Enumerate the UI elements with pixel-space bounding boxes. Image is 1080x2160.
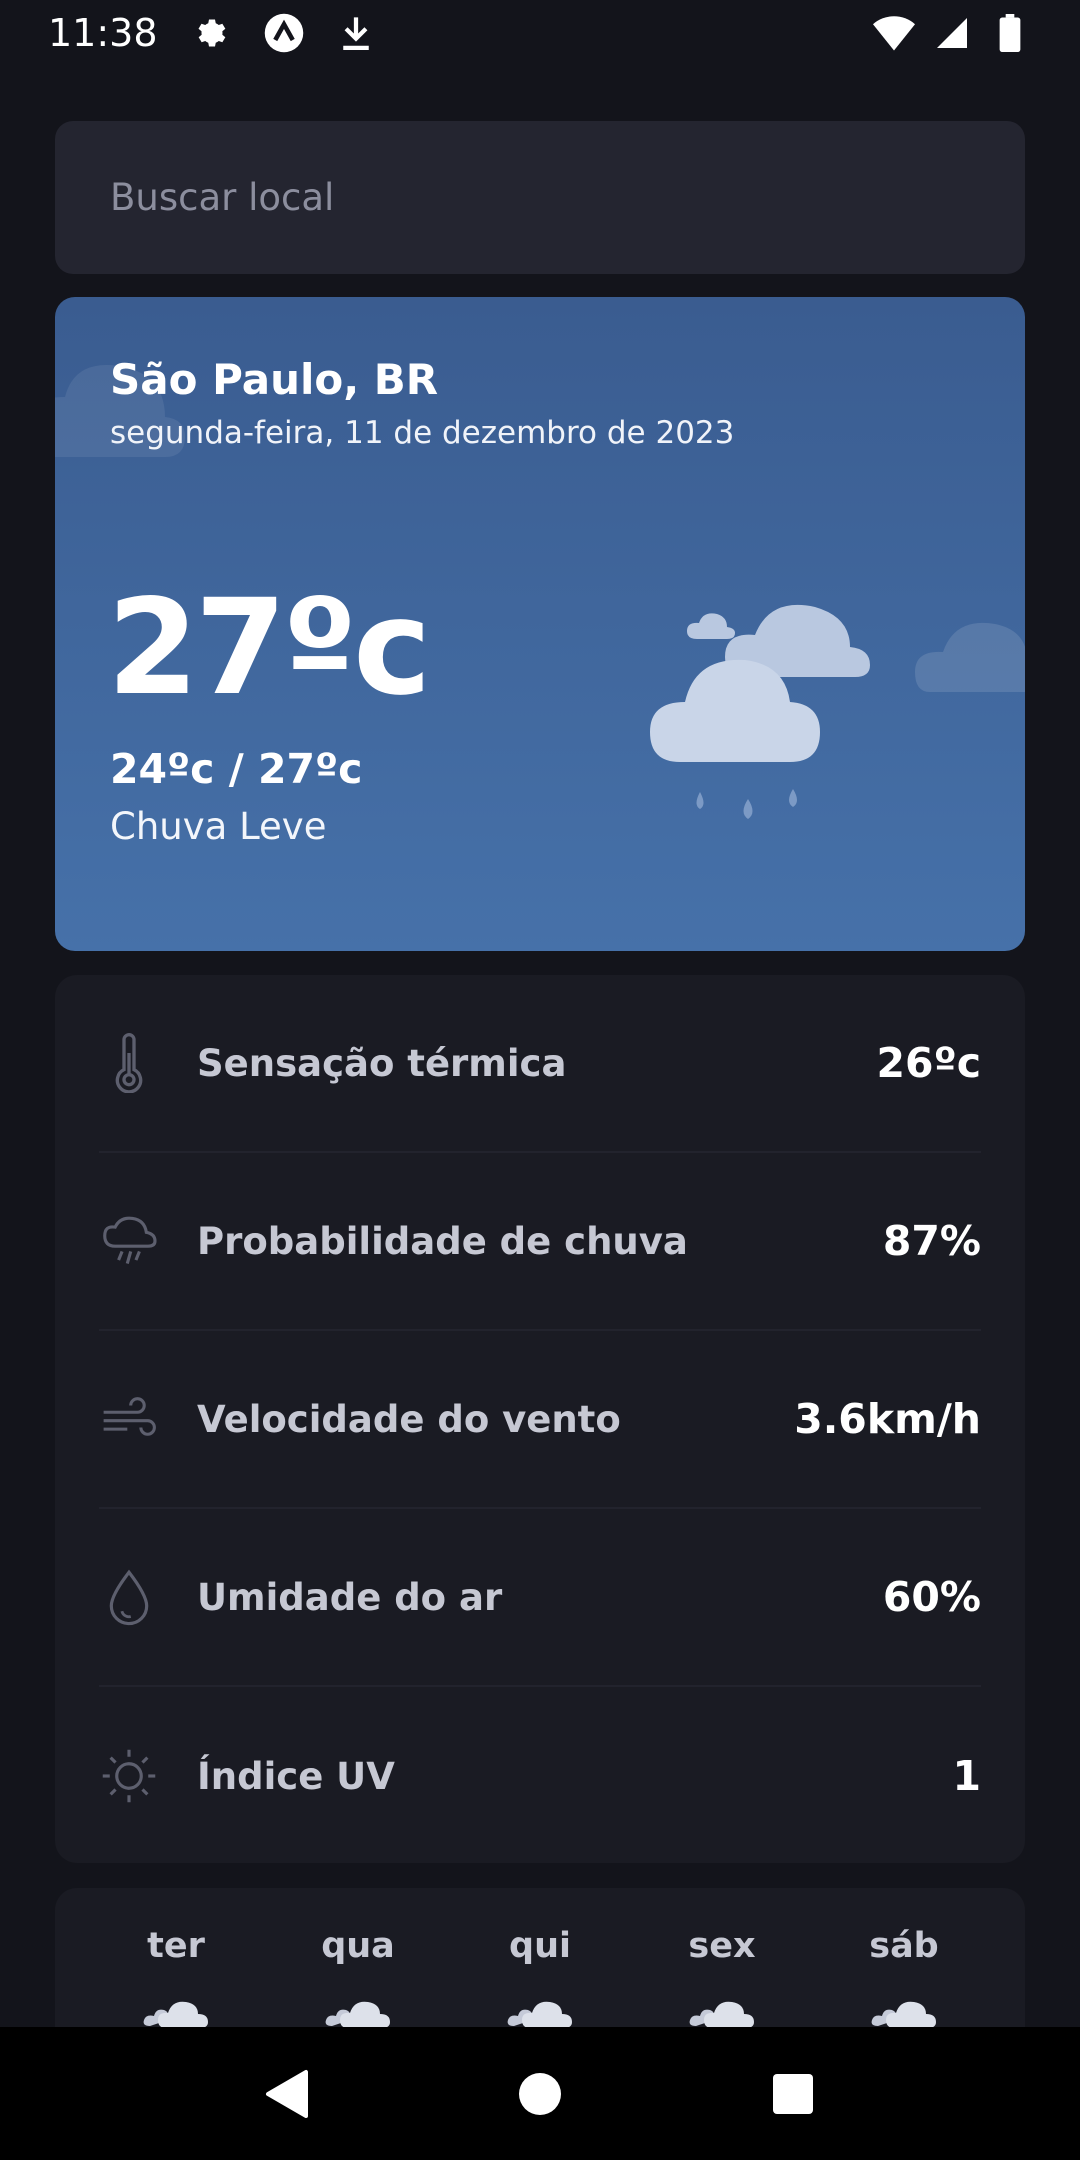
forecast-day-label: qui: [509, 1926, 571, 1966]
current-date: segunda-feira, 11 de dezembro de 2023: [110, 415, 735, 451]
wind-icon: [99, 1389, 159, 1449]
detail-value: 3.6km/h: [794, 1395, 981, 1443]
detail-row-feels-like: Sensação térmica 26ºc: [99, 975, 981, 1153]
search-box[interactable]: [55, 121, 1025, 274]
weather-details-panel: Sensação térmica 26ºc Probabilidade de c…: [55, 975, 1025, 1863]
detail-row-rain-probability: Probabilidade de chuva 87%: [99, 1153, 981, 1331]
recents-square-icon: [773, 2073, 814, 2114]
navigation-bar: [0, 2027, 1080, 2160]
cell-signal-icon: [930, 11, 974, 55]
wifi-icon: [872, 11, 916, 55]
droplet-icon: [99, 1567, 159, 1627]
detail-value: 60%: [882, 1573, 981, 1621]
download-icon: [334, 11, 378, 55]
battery-icon: [988, 11, 1032, 55]
detail-row-wind-speed: Velocidade do vento 3.6km/h: [99, 1331, 981, 1509]
weather-app-screen: 11:38 Buscar local São Paulo, BR segunda…: [0, 0, 1080, 2160]
app-logo-icon: [262, 11, 306, 55]
detail-value: 1: [952, 1752, 981, 1800]
rain-cloud-icon: [650, 604, 870, 819]
detail-label: Índice UV: [197, 1754, 395, 1798]
forecast-day-label: sáb: [869, 1926, 939, 1966]
search-input[interactable]: [110, 176, 970, 219]
gear-icon: [190, 11, 234, 55]
status-time: 11:38: [48, 11, 158, 55]
detail-label: Umidade do ar: [197, 1575, 503, 1619]
current-temperature: 27ºc: [107, 571, 431, 725]
current-weather-card: São Paulo, BR segunda-feira, 11 de dezem…: [55, 297, 1025, 951]
forecast-day-label: qua: [321, 1926, 395, 1966]
weather-condition: Chuva Leve: [110, 805, 327, 848]
back-button[interactable]: [252, 2059, 322, 2129]
recents-button[interactable]: [758, 2059, 828, 2129]
home-button[interactable]: [505, 2059, 575, 2129]
detail-label: Velocidade do vento: [197, 1397, 621, 1441]
background-cloud-icon: [915, 622, 1025, 692]
detail-row-uv-index: Índice UV 1: [99, 1687, 981, 1865]
detail-label: Probabilidade de chuva: [197, 1219, 688, 1263]
forecast-day-label: ter: [147, 1926, 205, 1966]
detail-value: 26ºc: [876, 1039, 981, 1087]
back-triangle-icon: [265, 2069, 308, 2118]
forecast-day-label: sex: [688, 1926, 756, 1966]
min-max-temperature: 24ºc / 27ºc: [110, 745, 363, 793]
detail-value: 87%: [882, 1217, 981, 1265]
sun-icon: [99, 1746, 159, 1806]
status-bar: 11:38: [0, 0, 1080, 66]
city-name: São Paulo, BR: [110, 355, 439, 404]
thermometer-icon: [99, 1033, 159, 1093]
cloud-rain-icon: [99, 1211, 159, 1271]
detail-row-humidity: Umidade do ar 60%: [99, 1509, 981, 1687]
home-circle-icon: [518, 2072, 561, 2115]
detail-label: Sensação térmica: [197, 1041, 567, 1085]
